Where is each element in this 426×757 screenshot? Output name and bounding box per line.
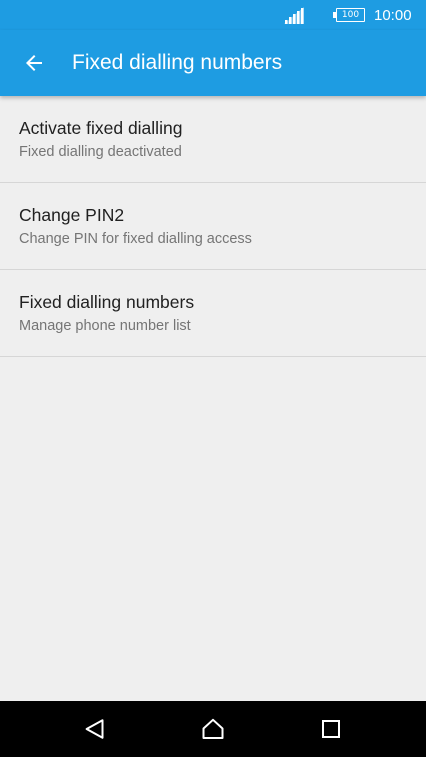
house-home-icon xyxy=(202,718,224,739)
back-button[interactable] xyxy=(10,39,58,87)
battery-icon: 100 xyxy=(333,8,365,22)
battery-level: 100 xyxy=(336,8,365,22)
status-bar: 100 10:00 xyxy=(0,0,426,30)
setting-summary: Fixed dialling deactivated xyxy=(19,144,182,160)
nav-recents-button[interactable] xyxy=(309,707,353,751)
page-title: Fixed dialling numbers xyxy=(72,51,283,74)
arrow-left-icon xyxy=(26,55,42,71)
nav-home-button[interactable] xyxy=(191,707,235,751)
app-bar: Fixed dialling numbers xyxy=(0,30,426,96)
setting-summary: Manage phone number list xyxy=(19,318,191,334)
setting-title: Activate fixed dialling xyxy=(19,118,183,138)
status-clock: 10:00 xyxy=(374,7,412,24)
triangle-back-icon xyxy=(85,719,104,739)
settings-list: Activate fixed dialling Fixed dialling d… xyxy=(0,96,426,357)
signal-bars-icon xyxy=(284,7,304,24)
setting-change-pin2[interactable]: Change PIN2 Change PIN for fixed diallin… xyxy=(0,183,426,270)
square-recents-icon xyxy=(322,720,340,738)
setting-fixed-dialling-numbers[interactable]: Fixed dialling numbers Manage phone numb… xyxy=(0,270,426,357)
setting-activate-fixed-dialling[interactable]: Activate fixed dialling Fixed dialling d… xyxy=(0,96,426,183)
nav-back-button[interactable] xyxy=(73,707,117,751)
navigation-bar xyxy=(0,701,426,757)
setting-title: Change PIN2 xyxy=(19,205,125,225)
setting-title: Fixed dialling numbers xyxy=(19,292,195,312)
setting-summary: Change PIN for fixed dialling access xyxy=(19,231,252,247)
